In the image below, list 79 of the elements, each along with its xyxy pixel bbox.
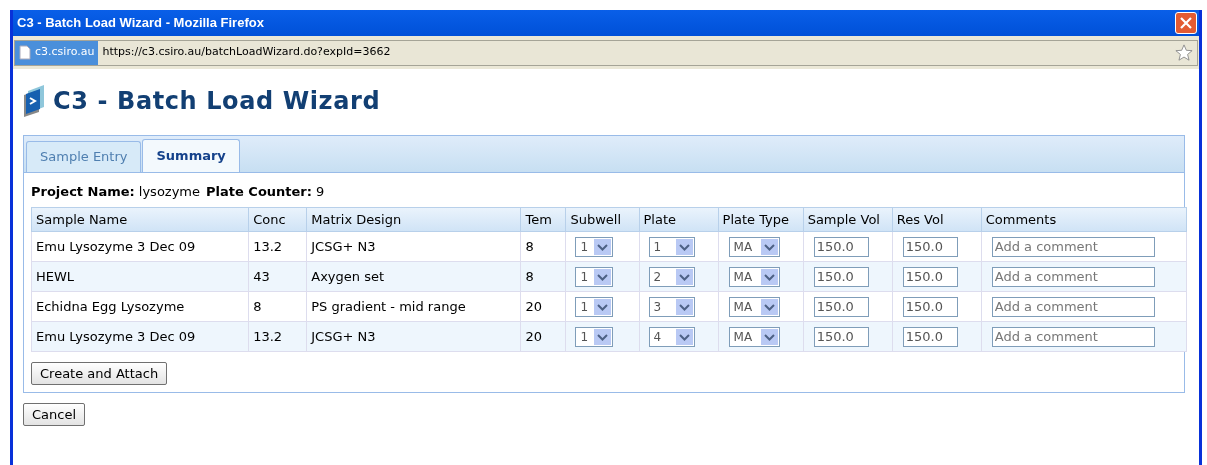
input-field[interactable]: 150.0	[813, 326, 869, 347]
field-label: Plate Counter:	[206, 182, 312, 201]
table-cell: 43	[248, 261, 307, 292]
input-field[interactable]: 150.0	[902, 236, 958, 257]
column-header[interactable]: Plate Type	[718, 207, 804, 232]
chevron-down-icon	[675, 298, 693, 315]
comment-field[interactable]: Add a comment	[991, 296, 1155, 317]
table-cell: PS gradient - mid range	[306, 291, 521, 322]
table-cell: 8	[520, 261, 566, 292]
close-button[interactable]	[1175, 12, 1197, 34]
page-title: C3 - Batch Load Wizard	[53, 86, 381, 117]
chevron-down-icon	[594, 328, 612, 345]
table-cell: 20	[520, 321, 566, 352]
field-label: Project Name:	[31, 182, 135, 201]
create-attach-button[interactable]: Create and Attach	[31, 362, 168, 385]
tab[interactable]: Summary	[142, 139, 240, 172]
table-cell: Emu Lysozyme 3 Dec 09	[31, 321, 249, 352]
column-header[interactable]: Subwell	[565, 207, 639, 232]
input-field[interactable]: 150.0	[902, 266, 958, 287]
dropdown[interactable]: 1	[575, 266, 614, 287]
table-cell: 8	[520, 231, 566, 262]
chevron-down-icon	[675, 238, 693, 255]
comment-field[interactable]: Add a comment	[991, 236, 1155, 257]
column-header[interactable]: Comments	[981, 207, 1187, 232]
chevron-down-icon	[594, 268, 612, 285]
comment-field[interactable]: Add a comment	[991, 266, 1155, 287]
chevron-down-icon	[760, 298, 778, 315]
dropdown[interactable]: MA	[728, 236, 780, 257]
column-header[interactable]: Matrix Design	[306, 207, 521, 232]
chevron-down-icon	[594, 298, 612, 315]
input-field[interactable]: 150.0	[902, 296, 958, 317]
dropdown[interactable]: MA	[728, 326, 780, 347]
chevron-down-icon	[594, 238, 612, 255]
column-header[interactable]: Res Vol	[892, 207, 982, 232]
input-field[interactable]: 150.0	[813, 266, 869, 287]
column-header[interactable]: Sample Vol	[803, 207, 893, 232]
chevron-down-icon	[760, 238, 778, 255]
address-bar[interactable]: c3.csiro.au https://c3.csiro.au/batchLoadWizard.do?expId=3662	[14, 39, 1198, 66]
column-header[interactable]: Sample Name	[31, 207, 249, 232]
dropdown[interactable]: 1	[648, 236, 695, 257]
table-cell: Emu Lysozyme 3 Dec 09	[31, 231, 249, 262]
chevron-down-icon	[675, 328, 693, 345]
table-cell: Axygen set	[306, 261, 521, 292]
star-icon[interactable]	[1175, 43, 1193, 62]
tab[interactable]: Sample Entry	[26, 141, 142, 172]
cancel-button[interactable]: Cancel	[23, 403, 86, 426]
field-value: lysozyme	[138, 182, 201, 201]
table-cell: 13.2	[248, 321, 307, 352]
dropdown[interactable]: 3	[648, 296, 695, 317]
column-header[interactable]: Plate	[639, 207, 719, 232]
table-cell: HEWL	[31, 261, 249, 292]
dropdown[interactable]: MA	[728, 296, 780, 317]
chevron-down-icon	[760, 328, 778, 345]
close-icon	[1180, 17, 1192, 29]
input-field[interactable]: 150.0	[813, 296, 869, 317]
comment-field[interactable]: Add a comment	[991, 326, 1155, 347]
field-value: 9	[315, 182, 325, 201]
dropdown[interactable]: 2	[648, 266, 695, 287]
input-field[interactable]: 150.0	[813, 236, 869, 257]
table-cell: JCSG+ N3	[306, 321, 521, 352]
chevron-down-icon	[675, 268, 693, 285]
column-header[interactable]: Conc	[248, 207, 307, 232]
table-cell: Echidna Egg Lysozyme	[31, 291, 249, 322]
chevron-down-icon	[760, 268, 778, 285]
dropdown[interactable]: 1	[575, 326, 614, 347]
page-icon	[19, 45, 31, 60]
url-text: https://c3.csiro.au/batchLoadWizard.do?expId=3662	[102, 44, 392, 61]
table-cell: 13.2	[248, 231, 307, 262]
column-header[interactable]: Tem	[520, 207, 566, 232]
table-cell: 20	[520, 291, 566, 322]
table-cell: 8	[248, 291, 307, 322]
dropdown[interactable]: 1	[575, 296, 614, 317]
window-title: C3 - Batch Load Wizard - Mozilla Firefox	[17, 14, 264, 33]
logo-icon	[23, 85, 45, 117]
input-field[interactable]: 150.0	[902, 326, 958, 347]
table-cell: JCSG+ N3	[306, 231, 521, 262]
dropdown[interactable]: 1	[575, 236, 614, 257]
dropdown[interactable]: MA	[728, 266, 780, 287]
dropdown[interactable]: 4	[648, 326, 695, 347]
